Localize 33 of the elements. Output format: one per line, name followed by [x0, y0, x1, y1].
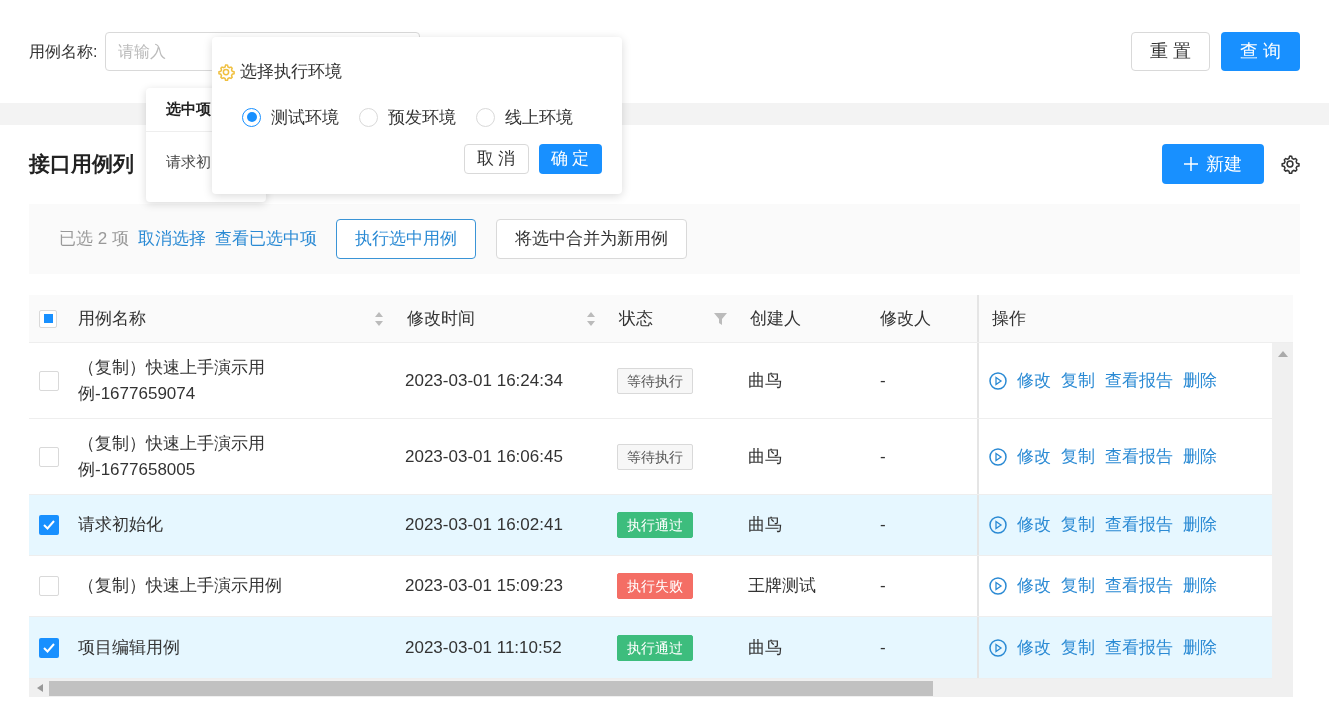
case-name: 请求初始化	[78, 514, 164, 536]
status-tag: 等待执行	[617, 367, 693, 394]
modified-time: 2023-03-01 16:02:41	[405, 515, 563, 535]
case-name: 项目编辑用例	[78, 636, 181, 659]
modified-time: 2023-03-01 16:24:34	[405, 370, 563, 390]
column-header: 修改人	[879, 307, 932, 330]
status-tag: 执行通过	[617, 512, 693, 538]
popover-title: 选中项	[166, 99, 211, 120]
modifier-name: -	[880, 515, 886, 535]
modifier-name: -	[880, 370, 886, 390]
case-name: （复制）快速上手演示用例-1677659074	[78, 356, 266, 405]
status-tag: 执行通过	[617, 634, 693, 661]
popover-title: 选择执行环境	[240, 61, 342, 83]
creator-name: 曲鸟	[748, 637, 782, 657]
creator-name: 王牌测试	[748, 576, 816, 596]
creator-name: 曲鸟	[748, 370, 782, 390]
case-name: （复制）快速上手演示用例-1677658005	[78, 432, 266, 481]
case-name: （复制）快速上手演示用例	[78, 575, 283, 597]
creator-name: 曲鸟	[748, 446, 782, 466]
page-title: 接口用例列	[29, 151, 134, 178]
modifier-name: -	[880, 446, 886, 466]
modified-time: 2023-03-01 15:09:23	[405, 576, 563, 596]
creator-name: 曲鸟	[748, 515, 782, 535]
selected-item: 请求初	[166, 153, 211, 170]
search-label: 用例名称:	[29, 41, 98, 62]
modified-time: 2023-03-01 11:10:52	[405, 637, 562, 657]
modified-time: 2023-03-01 16:06:45	[405, 446, 563, 466]
selection-count: 已选 2 项	[59, 228, 129, 251]
status-tag: 等待执行	[617, 443, 693, 470]
modifier-name: -	[880, 576, 886, 596]
status-tag: 执行失败	[617, 573, 693, 599]
column-header: 创建人	[749, 307, 802, 330]
modifier-name: -	[880, 637, 886, 657]
